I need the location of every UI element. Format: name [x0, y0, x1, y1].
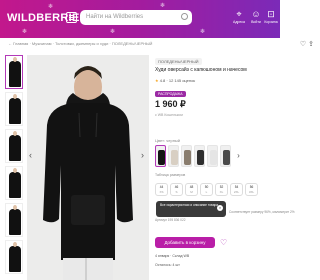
search-icon[interactable] — [181, 13, 188, 20]
color-swatch[interactable] — [168, 145, 179, 167]
cart-icon: ⊡ — [267, 9, 275, 19]
model-illustration — [27, 55, 149, 280]
size-option[interactable]: 44 XS — [155, 183, 168, 196]
size-selector: 44 XS 46 S 48 M 50 L 52 XL 54 2XL 56 3XL — [155, 183, 258, 196]
size-option[interactable]: 56 3XL — [245, 183, 258, 196]
share-icon[interactable]: ♡ ⇪ — [300, 40, 314, 48]
color-swatch[interactable] — [207, 145, 218, 167]
next-image-icon[interactable]: › — [141, 150, 149, 160]
heart-icon[interactable]: ♡ — [220, 237, 227, 248]
size-option[interactable]: 54 2XL — [230, 183, 243, 196]
location-button[interactable]: ⌖ Адреса — [232, 9, 246, 24]
stock-info: Осталось: 4 шт — [155, 263, 180, 267]
color-swatch[interactable] — [194, 145, 205, 167]
product-photo[interactable] — [27, 55, 149, 280]
price-note: с WB Кошельком — [155, 113, 183, 117]
size-option[interactable]: 48 M — [185, 183, 198, 196]
breadcrumb[interactable]: ← Главная · Мужчинам · Толстовки, джемпе… — [8, 41, 152, 46]
color-label: Цвет: черный — [155, 138, 181, 143]
thumbnail[interactable] — [5, 240, 23, 274]
fit-note: Соответствует размеру 96%, маломерит 2% — [229, 210, 295, 214]
login-button[interactable]: ☺ Войти — [249, 9, 263, 24]
header: ❄ ❄ ❄ ❄ ❄ WILDBERRIES Найти на Wildberri… — [0, 0, 280, 38]
user-icon: ☺ — [251, 9, 261, 19]
thumbnail[interactable] — [5, 166, 23, 200]
delivery-info: 4 января · Склад WB — [155, 254, 190, 258]
thumbnail[interactable] — [5, 203, 23, 237]
tooltip[interactable]: Все характеристики и описание товара × — [156, 201, 226, 217]
product-title: Худи оверсайз с капюшоном и начесом — [155, 67, 247, 73]
add-to-cart-button[interactable]: Добавить в корзину — [155, 237, 215, 248]
color-swatch[interactable] — [155, 145, 166, 167]
sale-badge: РАСПРОДАЖА — [155, 91, 186, 97]
thumbnail[interactable] — [5, 55, 23, 89]
snowflake-icon: ❄ — [48, 4, 54, 10]
search-input[interactable]: Найти на Wildberries — [80, 10, 192, 25]
brand-tag[interactable]: ПОЛЕДЕНЬ/ЧЕРНЫЙ — [155, 58, 202, 65]
star-icon: ★ — [155, 78, 159, 83]
color-swatch[interactable] — [220, 145, 231, 167]
size-option[interactable]: 50 L — [200, 183, 213, 196]
color-swatches: › — [155, 145, 244, 167]
cart-button[interactable]: ⊡ Корзина — [264, 9, 278, 24]
thumbnail-list — [5, 55, 25, 277]
size-table-link[interactable]: Таблица размеров — [155, 173, 185, 177]
snowflake-icon: ❄ — [22, 29, 28, 35]
location-icon: ⌖ — [236, 9, 242, 19]
prev-image-icon[interactable]: ‹ — [29, 150, 37, 160]
menu-button[interactable] — [66, 12, 77, 23]
thumbnail[interactable] — [5, 129, 23, 163]
thumbnail[interactable] — [5, 92, 23, 126]
rating[interactable]: ★ 4.8 · 12 145 оценок — [155, 78, 195, 83]
color-swatch[interactable] — [181, 145, 192, 167]
snowflake-icon: ❄ — [200, 29, 206, 35]
review-count: · 12 145 оценок — [166, 78, 196, 83]
size-option[interactable]: 46 S — [170, 183, 183, 196]
article-info: Артикул 195 836 022 — [155, 218, 186, 222]
close-icon[interactable]: × — [217, 205, 223, 211]
snowflake-icon: ❄ — [160, 3, 166, 9]
snowflake-icon: ❄ — [110, 29, 116, 35]
size-option[interactable]: 52 XL — [215, 183, 228, 196]
tooltip-text: Все характеристики и описание товара — [160, 203, 219, 207]
rating-value: 4.8 — [159, 78, 166, 83]
more-colors-icon[interactable]: › — [233, 145, 244, 167]
search-placeholder: Найти на Wildberries — [86, 14, 144, 20]
price: 1 960 ₽ — [155, 99, 186, 109]
